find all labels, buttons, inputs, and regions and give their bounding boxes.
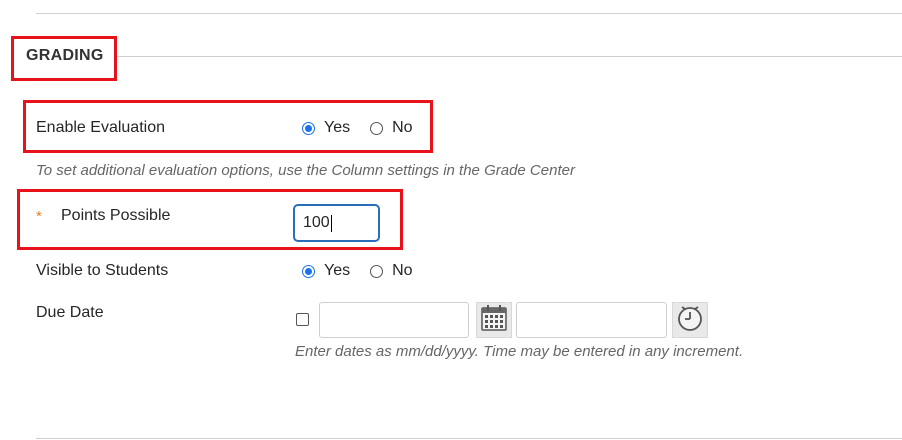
section-title-divider <box>117 56 902 57</box>
due-date-time-input[interactable] <box>516 302 667 338</box>
enable-evaluation-radio-group: Yes No <box>302 119 433 137</box>
visible-no-label[interactable]: No <box>392 262 412 280</box>
visible-no-radio[interactable] <box>370 264 384 278</box>
text-caret <box>330 214 332 232</box>
calendar-icon <box>479 303 509 338</box>
enable-evaluation-yes-radio[interactable] <box>302 121 315 135</box>
evaluation-hint: To set additional evaluation options, us… <box>36 162 575 179</box>
due-date-checkbox[interactable] <box>296 313 309 326</box>
top-divider <box>36 13 902 14</box>
bottom-divider <box>36 438 902 439</box>
enable-evaluation-yes-label[interactable]: Yes <box>324 119 350 137</box>
visible-to-students-label: Visible to Students <box>36 262 169 279</box>
points-possible-label: Points Possible <box>61 207 171 224</box>
calendar-button[interactable] <box>476 302 512 338</box>
points-possible-value: 100 <box>303 214 330 231</box>
enable-evaluation-no-radio[interactable] <box>370 121 384 135</box>
clock-icon <box>675 303 705 338</box>
enable-evaluation-no-label[interactable]: No <box>392 119 412 137</box>
visible-yes-radio[interactable] <box>302 264 315 278</box>
due-date-label: Due Date <box>36 304 104 321</box>
due-date-date-input[interactable] <box>319 302 469 338</box>
section-title: GRADING <box>26 47 104 64</box>
visible-yes-label[interactable]: Yes <box>324 262 350 280</box>
due-date-hint: Enter dates as mm/dd/yyyy. Time may be e… <box>295 343 744 360</box>
points-possible-input[interactable]: 100 <box>293 204 380 242</box>
required-asterisk: * <box>36 208 42 225</box>
visible-to-students-radio-group: Yes No <box>302 262 433 280</box>
clock-button[interactable] <box>672 302 708 338</box>
enable-evaluation-label: Enable Evaluation <box>36 119 165 136</box>
